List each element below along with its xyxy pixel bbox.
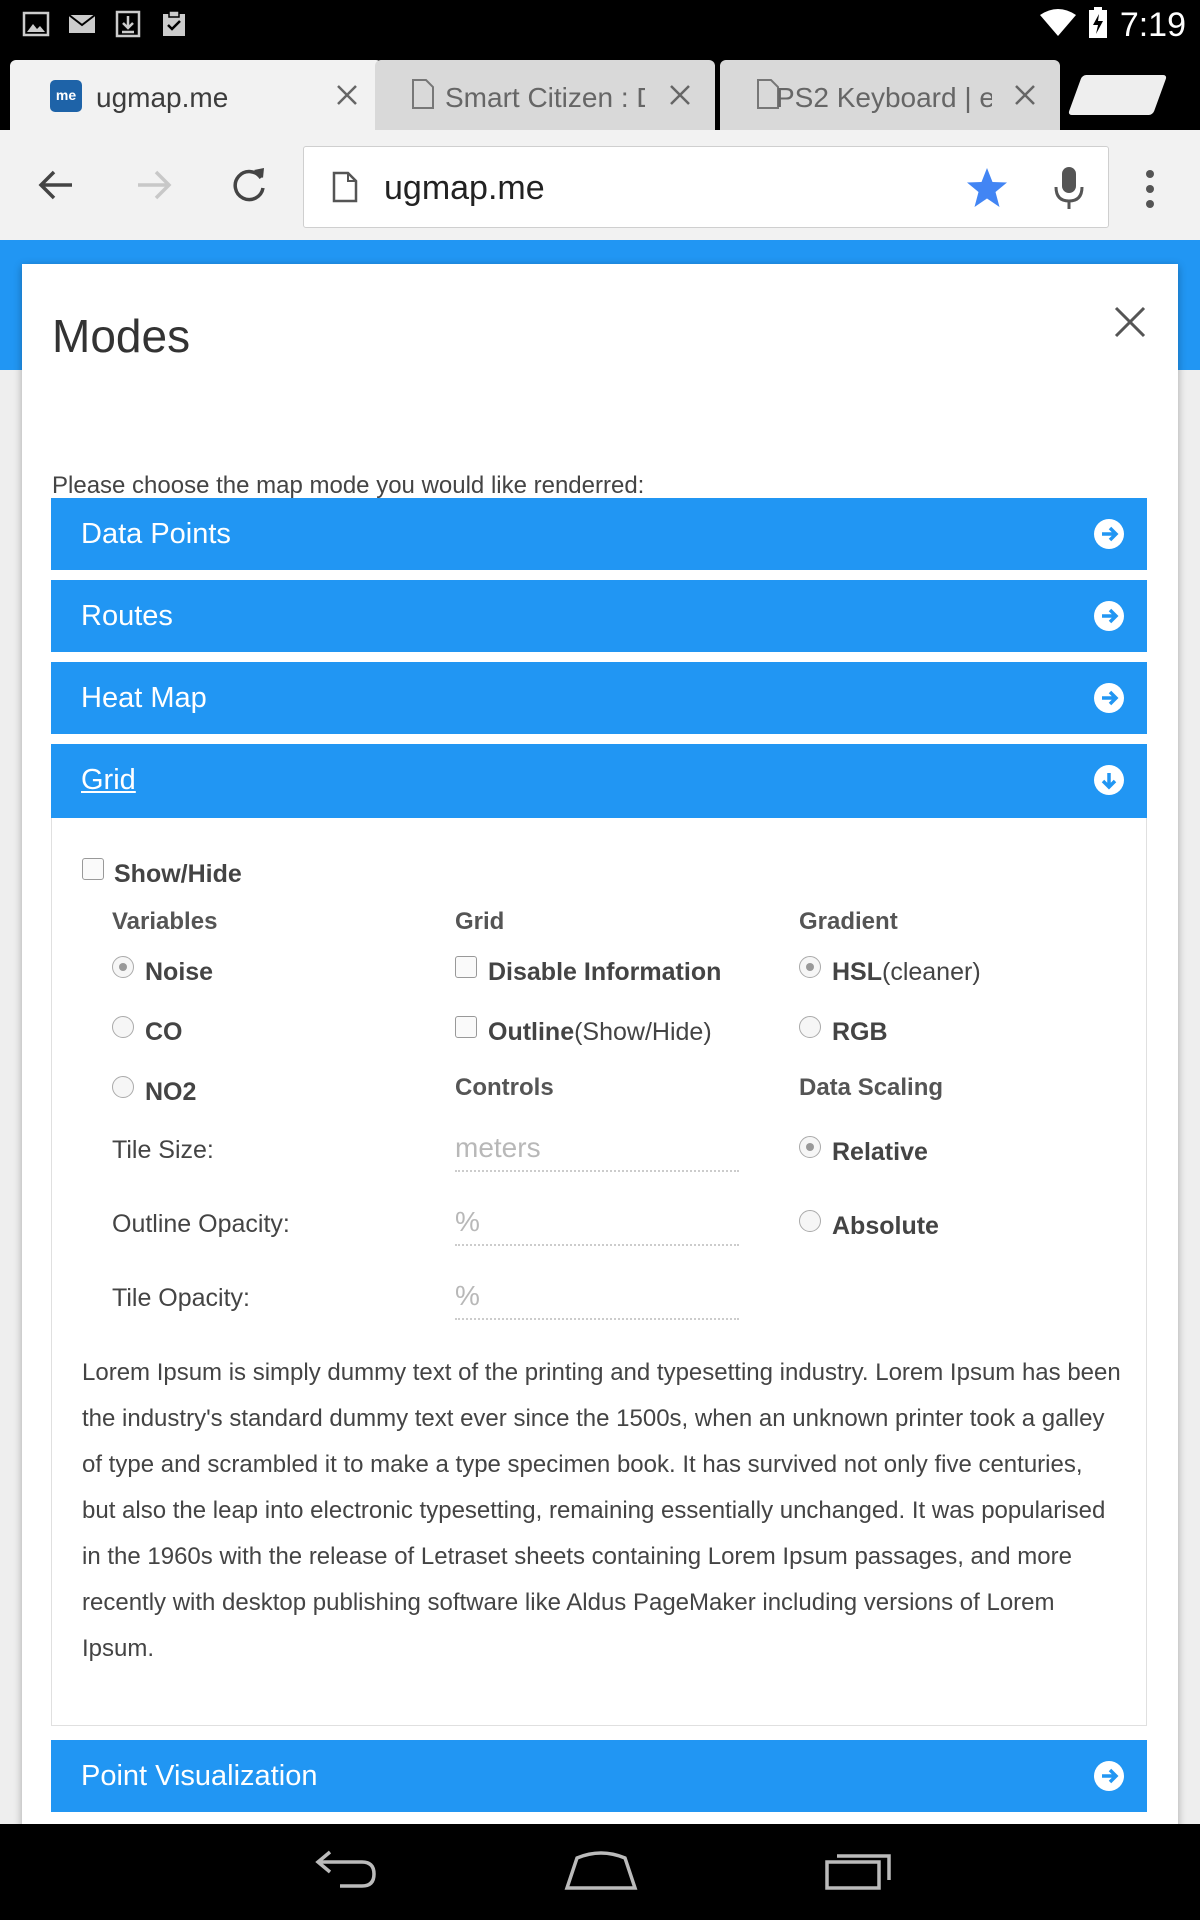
browser-toolbar: ugmap.me xyxy=(0,130,1200,240)
grid-heading: Grid xyxy=(455,908,505,935)
arrow-right-circle-icon xyxy=(1093,682,1125,714)
gradient-heading: Gradient xyxy=(799,908,898,935)
disable-information-label: Disable Information xyxy=(488,958,722,986)
close-tab-icon[interactable] xyxy=(334,82,360,108)
no2-label: NO2 xyxy=(145,1078,197,1106)
accordion-grid[interactable]: Grid xyxy=(51,744,1147,818)
clock: 7:19 xyxy=(1119,6,1186,44)
system-nav-bar xyxy=(0,1824,1200,1920)
home-nav-icon[interactable] xyxy=(563,1848,639,1897)
download-icon xyxy=(114,10,142,38)
accordion-label: Point Visualization xyxy=(81,1760,318,1792)
tab-ps2-keyboard[interactable]: PS2 Keyboard | e xyxy=(720,60,1060,130)
grid-panel: Show/Hide Variables Noise CO NO2 Tile Si… xyxy=(51,818,1147,1726)
close-tab-icon[interactable] xyxy=(1012,82,1038,108)
page-info-icon[interactable] xyxy=(332,171,358,203)
controls-heading: Controls xyxy=(455,1074,554,1101)
lorem-paragraph: Lorem Ipsum is simply dummy text of the … xyxy=(82,1359,1121,1662)
hsl-label: HSL(cleaner) xyxy=(832,958,981,986)
co-radio[interactable] xyxy=(112,1016,134,1038)
arrow-down-circle-icon xyxy=(1093,764,1125,796)
relative-radio[interactable] xyxy=(799,1136,821,1158)
tile-size-label: Tile Size: xyxy=(112,1136,214,1164)
microphone-icon[interactable] xyxy=(1049,165,1089,211)
accordion-heat-map[interactable]: Heat Map xyxy=(51,662,1147,734)
tab-title: Smart Citizen : De xyxy=(445,82,645,113)
arrow-right-circle-icon xyxy=(1093,1760,1125,1792)
tile-opacity-label: Tile Opacity: xyxy=(112,1284,251,1312)
clipboard-check-icon xyxy=(160,10,188,38)
tab-smart-citizen[interactable]: Smart Citizen : De xyxy=(375,60,715,130)
variables-heading: Variables xyxy=(112,908,218,935)
menu-more-icon[interactable] xyxy=(1140,166,1160,212)
wifi-icon xyxy=(1039,9,1076,42)
modal-description: Please choose the map mode you would lik… xyxy=(52,472,645,499)
accordion-label: Grid xyxy=(81,764,136,796)
bookmark-star-icon[interactable] xyxy=(964,165,1010,211)
tile-opacity-input[interactable] xyxy=(455,1274,739,1320)
accordion-label: Routes xyxy=(81,600,173,632)
hsl-radio[interactable] xyxy=(799,956,821,978)
site-favicon: me xyxy=(50,80,82,112)
tile-size-input[interactable] xyxy=(455,1126,739,1172)
outline-opacity-label: Outline Opacity: xyxy=(112,1210,290,1238)
accordion-label: Heat Map xyxy=(81,682,207,714)
new-tab-button[interactable] xyxy=(1067,75,1168,115)
show-hide-label: Show/Hide xyxy=(114,860,242,888)
absolute-radio[interactable] xyxy=(799,1210,821,1232)
rgb-radio[interactable] xyxy=(799,1016,821,1038)
status-bar: 7:19 xyxy=(0,0,1200,50)
absolute-label: Absolute xyxy=(832,1212,939,1240)
co-label: CO xyxy=(145,1018,183,1046)
reload-icon[interactable] xyxy=(224,160,274,210)
accordion-label: Data Points xyxy=(81,518,231,550)
disable-information-checkbox[interactable] xyxy=(455,956,477,978)
outline-opacity-input[interactable] xyxy=(455,1200,739,1246)
arrow-right-circle-icon xyxy=(1093,518,1125,550)
tab-title: PS2 Keyboard | e xyxy=(776,82,992,113)
data-scaling-heading: Data Scaling xyxy=(799,1074,944,1101)
url-text[interactable]: ugmap.me xyxy=(384,169,545,208)
tab-strip: me ugmap.me Smart Citizen : De PS2 Keybo… xyxy=(0,50,1200,130)
tab-ugmap[interactable]: me ugmap.me xyxy=(10,60,382,130)
tab-title: ugmap.me xyxy=(96,82,229,113)
back-arrow-icon[interactable] xyxy=(32,160,82,210)
forward-arrow-icon[interactable] xyxy=(128,160,178,210)
page-icon xyxy=(411,78,435,110)
back-nav-icon[interactable] xyxy=(310,1848,380,1897)
image-icon xyxy=(22,10,50,38)
web-page: Modes Please choose the map mode you wou… xyxy=(0,240,1200,1824)
modes-modal: Modes Please choose the map mode you wou… xyxy=(22,264,1178,1824)
outline-label: Outline(Show/Hide) xyxy=(488,1018,712,1046)
accordion-routes[interactable]: Routes xyxy=(51,580,1147,652)
accordion-data-points[interactable]: Data Points xyxy=(51,498,1147,570)
show-hide-checkbox[interactable] xyxy=(82,858,104,880)
close-icon[interactable] xyxy=(1110,302,1150,342)
close-tab-icon[interactable] xyxy=(667,82,693,108)
mail-icon xyxy=(68,10,96,38)
noise-label: Noise xyxy=(145,958,214,986)
relative-label: Relative xyxy=(832,1138,928,1166)
rgb-label: RGB xyxy=(832,1018,888,1046)
noise-radio[interactable] xyxy=(112,956,134,978)
address-bar[interactable]: ugmap.me xyxy=(303,146,1109,228)
battery-charging-icon xyxy=(1088,7,1108,44)
arrow-right-circle-icon xyxy=(1093,600,1125,632)
outline-checkbox[interactable] xyxy=(455,1016,477,1038)
accordion-point-visualization[interactable]: Point Visualization xyxy=(51,1740,1147,1812)
no2-radio[interactable] xyxy=(112,1076,134,1098)
modal-title: Modes xyxy=(52,310,191,362)
recents-nav-icon[interactable] xyxy=(823,1848,893,1897)
